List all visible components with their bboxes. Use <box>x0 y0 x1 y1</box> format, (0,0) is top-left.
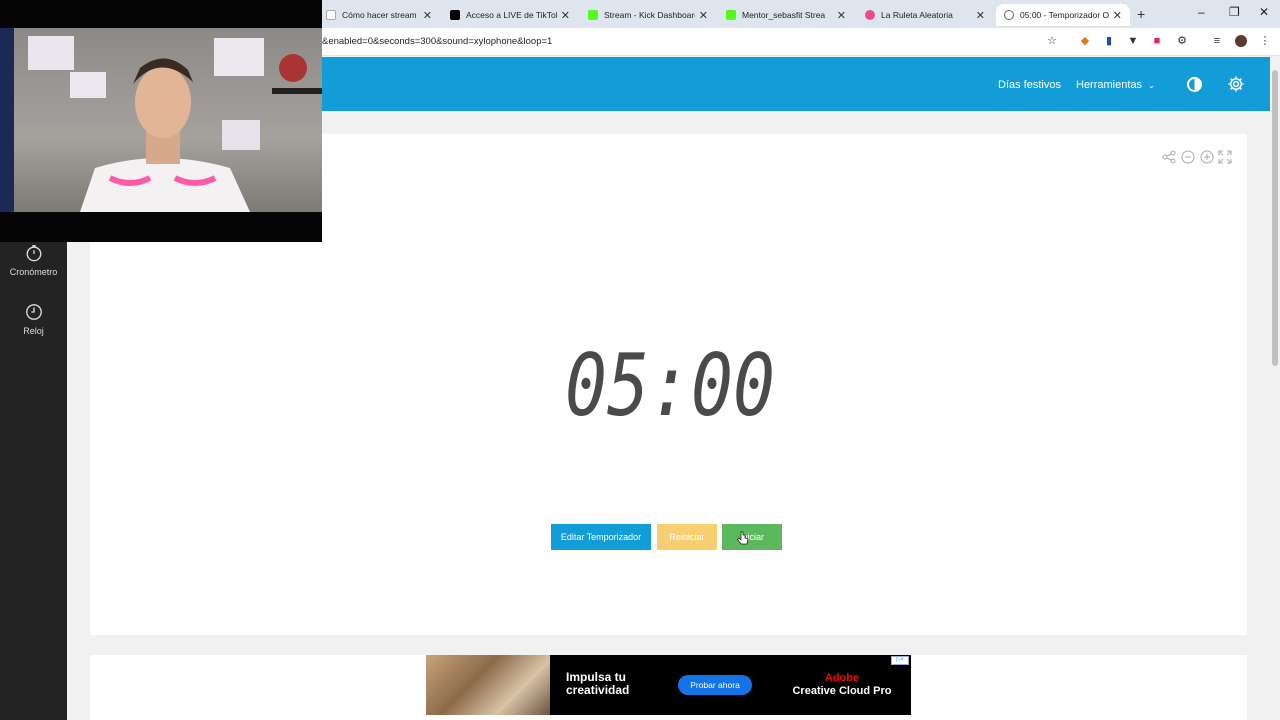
timer-value: 05:00 <box>565 336 775 435</box>
webcam-overlay <box>0 0 322 242</box>
sidebar-item-stopwatch[interactable]: Cronómetro <box>0 244 67 277</box>
reset-button[interactable]: Reiniciar <box>657 524 717 550</box>
window-close-icon[interactable]: ✕ <box>1259 5 1269 19</box>
share-icon[interactable] <box>1162 150 1176 164</box>
clock-icon <box>25 304 42 320</box>
sidebar-item-label: Cronómetro <box>9 267 58 277</box>
sidebar-item-clock[interactable]: Reloj <box>0 303 67 336</box>
hand-cursor-icon <box>737 531 749 545</box>
tab-close-icon[interactable]: ✕ <box>561 9 570 22</box>
zoom-out-icon[interactable] <box>1181 150 1195 164</box>
start-button[interactable]: Iniciar <box>722 524 782 550</box>
ad-photo <box>426 655 550 715</box>
ad-choices-icon[interactable]: ▷× <box>891 656 909 665</box>
zoom-in-icon[interactable] <box>1200 150 1214 164</box>
extension-icon[interactable]: ▮ <box>1103 35 1115 47</box>
browser-tab[interactable]: Acceso a LIVE de TikTok ✕ <box>442 4 578 26</box>
tab-close-icon[interactable]: ✕ <box>699 9 708 22</box>
browser-tab[interactable]: La Ruleta Aleatoria ✕ <box>857 4 993 26</box>
kick-icon <box>726 10 736 20</box>
tab-close-icon[interactable]: ✕ <box>976 9 985 22</box>
gear-icon[interactable] <box>1227 75 1245 93</box>
webcam-person-image <box>0 28 322 212</box>
edit-timer-button[interactable]: Editar Temporizador <box>551 524 651 550</box>
tab-title: La Ruleta Aleatoria <box>881 10 953 20</box>
scrollbar-thumb[interactable] <box>1272 70 1278 366</box>
tab-close-icon[interactable]: ✕ <box>837 9 846 22</box>
browser-tab[interactable]: Mentor_sebasfit Strea ✕ <box>718 4 854 26</box>
timer-display: 05:00 <box>565 336 775 435</box>
nav-holidays-link[interactable]: Días festivos <box>998 79 1061 91</box>
bookmark-star-icon[interactable]: ☆ <box>1046 35 1058 47</box>
webcam-video <box>0 28 322 212</box>
adobe-banner-ad[interactable]: Impulsa tu creatividad Probar ahora Adob… <box>426 655 911 715</box>
contrast-toggle-icon[interactable] <box>1187 77 1202 92</box>
stopwatch-icon <box>26 245 41 262</box>
ad-headline: Impulsa tu creatividad <box>566 670 630 697</box>
tiktok-icon <box>450 10 460 20</box>
ad-product: Creative Cloud Pro <box>792 685 892 697</box>
fullscreen-icon[interactable] <box>1218 150 1232 164</box>
tab-title: Cómo hacer stream en Ki <box>342 10 419 20</box>
restore-icon[interactable]: ❐ <box>1229 5 1240 19</box>
minimize-icon[interactable]: – <box>1198 5 1205 19</box>
nav-tools-menu[interactable]: Herramientas ⌄ <box>1076 79 1155 91</box>
tab-close-icon[interactable]: ✕ <box>423 9 432 22</box>
browser-tab[interactable]: Cómo hacer stream en Ki ✕ <box>318 4 440 26</box>
metamask-extension-icon[interactable]: ◆ <box>1079 35 1091 47</box>
browser-menu-icon[interactable]: ⋮ <box>1259 35 1271 47</box>
timer-favicon-icon <box>1004 10 1014 20</box>
tab-title: Mentor_sebasfit Strea <box>742 10 826 20</box>
puzzle-extensions-icon[interactable]: ⚙ <box>1176 35 1188 47</box>
profile-avatar[interactable] <box>1235 35 1247 47</box>
roulette-icon <box>865 10 875 20</box>
reading-list-icon[interactable]: ≡ <box>1211 35 1223 47</box>
browser-tab[interactable]: Stream - Kick Dashboard ✕ <box>580 4 716 26</box>
tab-title: Acceso a LIVE de TikTok <box>466 10 557 20</box>
tab-title: Stream - Kick Dashboard <box>604 10 695 20</box>
nav-tools-label: Herramientas <box>1076 79 1143 91</box>
browser-tab-active[interactable]: 05:00 - Temporizador On ✕ <box>996 4 1130 26</box>
extension-icon[interactable]: ■ <box>1151 35 1163 47</box>
kick-icon <box>588 10 598 20</box>
address-bar[interactable]: &enabled=0&seconds=300&sound=xylophone&l… <box>322 36 552 47</box>
tab-favicon-icon <box>326 10 336 20</box>
ad-brand: Adobe <box>824 672 860 684</box>
new-tab-button[interactable]: + <box>1137 6 1145 22</box>
sidebar-item-label: Reloj <box>23 326 44 336</box>
tab-title: 05:00 - Temporizador On <box>1020 10 1109 20</box>
extension-icon[interactable]: ▼ <box>1127 35 1139 47</box>
tab-close-icon[interactable]: ✕ <box>1113 9 1122 22</box>
chevron-down-icon: ⌄ <box>1148 81 1155 90</box>
ad-cta-button[interactable]: Probar ahora <box>678 675 752 695</box>
